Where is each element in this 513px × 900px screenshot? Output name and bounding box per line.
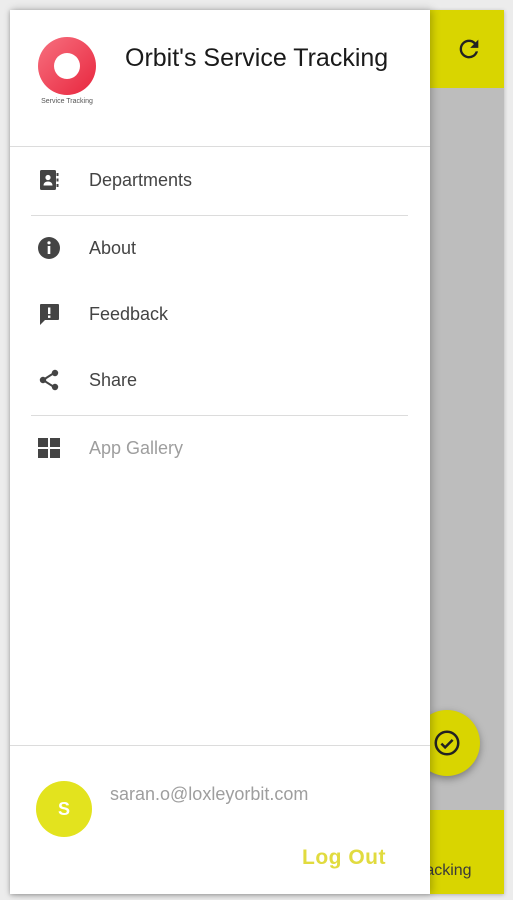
menu-label-feedback: Feedback (89, 303, 169, 324)
menu-item-feedback[interactable]: Feedback (10, 282, 430, 346)
drawer-header: Service Tracking Orbit's Service Trackin… (10, 10, 430, 147)
apps-grid-icon (36, 435, 62, 461)
menu-label-departments: Departments (89, 169, 193, 190)
contacts-book-icon (36, 167, 62, 193)
menu-item-about[interactable]: About (10, 216, 430, 280)
menu-item-app-gallery[interactable]: App Gallery (10, 416, 430, 480)
app-logo: Service Tracking (34, 36, 100, 110)
share-icon (36, 367, 62, 393)
drawer-footer: S saran.o@loxleyorbit.com Log Out (10, 745, 430, 894)
menu-label-about: About (89, 237, 137, 258)
navigation-drawer: Service Tracking Orbit's Service Trackin… (10, 10, 430, 894)
orbit-logo-icon (38, 37, 96, 95)
logo-caption: Service Tracking (41, 98, 93, 105)
feedback-icon (36, 301, 62, 327)
avatar[interactable]: S (36, 781, 92, 837)
menu-label-share: Share (89, 369, 138, 390)
menu-item-departments[interactable]: Departments (10, 148, 430, 212)
menu-item-share[interactable]: Share (10, 348, 430, 412)
user-email: saran.o@loxleyorbit.com (110, 784, 309, 804)
app-title: Orbit's Service Tracking (125, 44, 389, 72)
logout-button[interactable]: Log Out (302, 846, 386, 870)
menu-label-app-gallery: App Gallery (89, 437, 184, 458)
check-circle-icon (434, 730, 460, 756)
refresh-icon[interactable] (452, 32, 486, 66)
info-icon (36, 235, 62, 261)
